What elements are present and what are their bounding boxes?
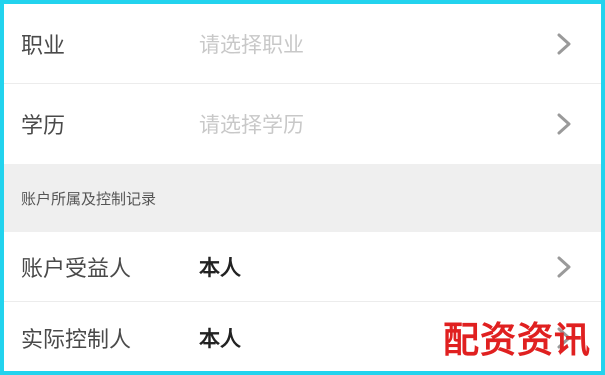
watermark-text: 配资资讯 xyxy=(442,320,591,361)
occupation-placeholder: 请选择职业 xyxy=(199,32,304,57)
beneficiary-row[interactable]: 账户受益人 本人 xyxy=(4,232,601,302)
occupation-row[interactable]: 职业 请选择职业 xyxy=(4,4,601,84)
chevron-right-icon xyxy=(555,112,573,136)
chevron-right-icon xyxy=(555,255,573,279)
chevron-right-icon xyxy=(555,32,573,56)
form-frame: 职业 请选择职业 学历 请选择学历 账户所属及控制记录 账户受益人 本人 实际控… xyxy=(0,0,605,375)
occupation-label: 职业 xyxy=(21,33,66,59)
education-placeholder: 请选择学历 xyxy=(199,113,304,137)
beneficiary-value: 本人 xyxy=(199,255,241,280)
section-header: 账户所属及控制记录 xyxy=(4,164,601,232)
education-label: 学历 xyxy=(21,114,66,139)
controller-value: 本人 xyxy=(199,327,241,351)
education-row[interactable]: 学历 请选择学历 xyxy=(4,84,601,164)
beneficiary-label: 账户受益人 xyxy=(21,256,132,282)
controller-label: 实际控制人 xyxy=(21,328,132,353)
